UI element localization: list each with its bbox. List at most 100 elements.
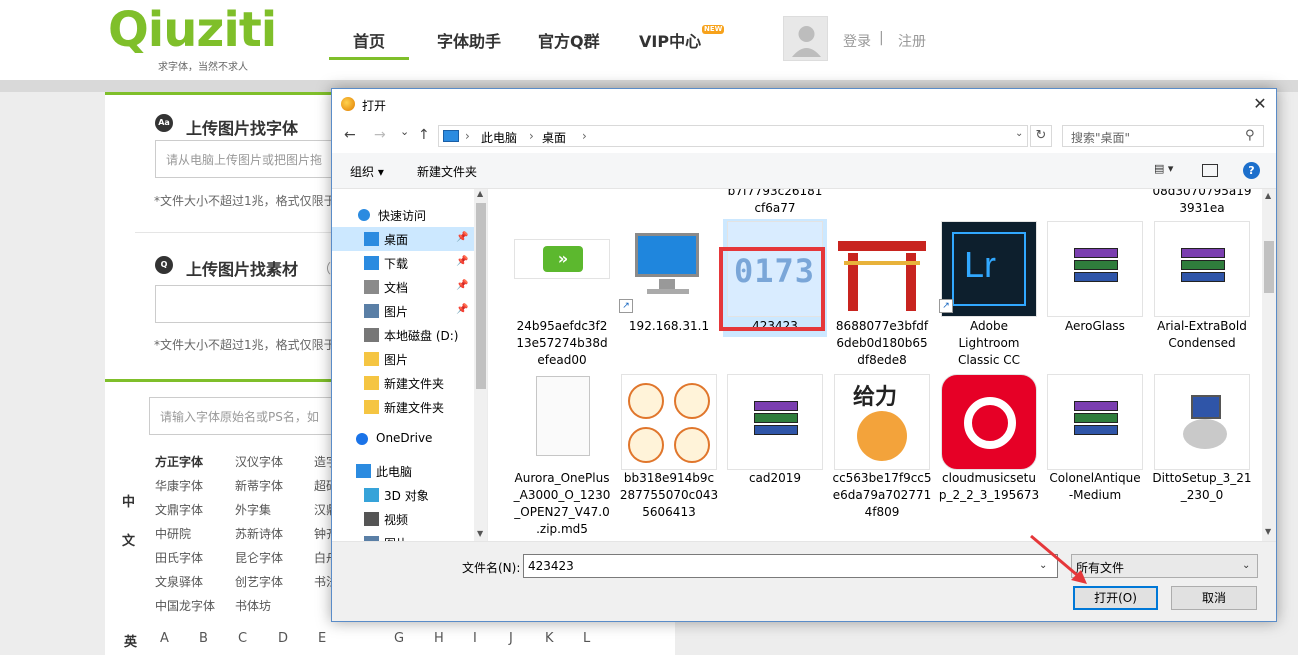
font-category-link[interactable]: 方正字体 xyxy=(155,453,203,470)
alphabet-letter-link[interactable]: G xyxy=(394,631,404,646)
nav-item[interactable]: 此电脑 xyxy=(332,459,474,483)
category-chinese-1: 中 xyxy=(122,495,136,510)
nav-item[interactable]: 桌面 📌 xyxy=(332,227,474,251)
red-arrow-icon xyxy=(1030,534,1087,584)
font-category-link[interactable]: 苏新诗体 xyxy=(235,525,283,542)
search-placeholder: 搜索"桌面" xyxy=(1071,131,1131,145)
file-scrollbar[interactable]: ▲ ▼ xyxy=(1262,189,1276,541)
winrar-icon-thumbnail xyxy=(727,374,823,470)
alphabet-letter-link[interactable]: E xyxy=(318,631,326,646)
nav-item[interactable]: 视频 xyxy=(332,507,474,531)
alphabet-letter-link[interactable]: D xyxy=(278,631,288,646)
file-scroll-thumb[interactable] xyxy=(1264,241,1274,293)
pin-icon[interactable]: 📌 xyxy=(456,280,468,291)
nav-font-helper[interactable]: 字体助手 xyxy=(437,28,501,58)
up-folder-icon[interactable]: ↑ xyxy=(418,127,430,143)
refresh-icon[interactable]: ↻ xyxy=(1030,125,1052,147)
file-name[interactable]: 08d3070795a19 3931ea xyxy=(1150,189,1254,217)
recent-locations-icon[interactable]: ⌄ xyxy=(400,125,409,138)
dialog-titlebar[interactable]: 打开 ✕ xyxy=(332,89,1276,119)
alphabet-letter-link[interactable]: I xyxy=(473,631,477,646)
desktop-icon xyxy=(364,232,379,246)
site-logo[interactable]: Qiuziti 求字体，当然不求人 xyxy=(108,2,278,73)
close-icon[interactable]: ✕ xyxy=(1250,94,1270,114)
nav-item[interactable]: 快速访问 xyxy=(332,203,474,227)
nav-scrollbar[interactable]: ▲ ▼ xyxy=(474,189,487,541)
scroll-up-icon[interactable]: ▲ xyxy=(1265,191,1271,200)
nav-scroll-thumb[interactable] xyxy=(476,203,486,389)
register-link[interactable]: 注册 xyxy=(898,31,926,51)
file-name[interactable]: b7f7793c26181 cf6a77 xyxy=(723,189,827,217)
font-category-link[interactable]: 华康字体 xyxy=(155,477,203,494)
breadcrumb-desktop[interactable]: 桌面 xyxy=(542,129,566,146)
alphabet-letter-link[interactable]: B xyxy=(199,631,208,646)
forward-arrow-icon[interactable]: → xyxy=(374,127,386,143)
filename-input[interactable]: 423423 ⌄ xyxy=(523,554,1058,578)
alphabet-letter-link[interactable]: K xyxy=(545,631,554,646)
login-link[interactable]: 登录 xyxy=(843,31,871,51)
font-category-link[interactable]: 中国龙字体 xyxy=(155,597,215,614)
nav-item[interactable]: OneDrive xyxy=(332,427,474,451)
nav-official-qq[interactable]: 官方Q群 xyxy=(538,28,600,58)
document-icon xyxy=(364,280,379,294)
computer-icon-thumbnail xyxy=(621,221,717,317)
upload-material-note: *文件大小不超过1兆，格式仅限于 xyxy=(154,338,336,352)
back-arrow-icon[interactable]: ← xyxy=(344,127,356,143)
image-thumbnail: Lr xyxy=(941,221,1037,317)
alphabet-letter-link[interactable]: J xyxy=(509,631,513,646)
nav-item[interactable]: 新建文件夹 xyxy=(332,371,474,395)
pin-icon[interactable]: 📌 xyxy=(456,256,468,267)
scroll-down-icon[interactable]: ▼ xyxy=(1265,527,1271,536)
nav-item-label: 3D 对象 xyxy=(384,489,429,503)
font-category-link[interactable]: 新蒂字体 xyxy=(235,477,283,494)
help-icon[interactable]: ? xyxy=(1243,162,1260,179)
breadcrumb-this-pc[interactable]: 此电脑 xyxy=(481,129,517,146)
chevron-down-icon[interactable]: ⌄ xyxy=(1242,560,1250,571)
preview-pane-icon[interactable] xyxy=(1202,164,1218,177)
folder-icon xyxy=(364,400,379,414)
font-category-link[interactable]: 创艺字体 xyxy=(235,573,283,590)
address-dropdown-icon[interactable]: ⌄ xyxy=(1015,128,1023,139)
nav-item[interactable]: 本地磁盘 (D:) xyxy=(332,323,474,347)
new-folder-button[interactable]: 新建文件夹 xyxy=(417,163,477,180)
alphabet-letter-link[interactable]: C xyxy=(238,631,247,646)
alphabet-letter-link[interactable]: L xyxy=(583,631,590,646)
pin-icon[interactable]: 📌 xyxy=(456,232,468,243)
avatar[interactable] xyxy=(783,16,828,61)
nav-item-label: 图片 xyxy=(384,353,409,367)
font-category-link[interactable]: 外字集 xyxy=(235,501,271,518)
font-category-link[interactable]: 昆仑字体 xyxy=(235,549,283,566)
alphabet-letter-link[interactable]: A xyxy=(160,631,169,646)
font-category-link[interactable]: 书体坊 xyxy=(235,597,271,614)
picture-icon xyxy=(364,304,379,318)
nav-item[interactable]: 新建文件夹 xyxy=(332,395,474,419)
font-category-link[interactable]: 中研院 xyxy=(155,525,191,542)
login-separator: | xyxy=(879,30,884,46)
nav-item[interactable]: 文档 📌 xyxy=(332,275,474,299)
cancel-button[interactable]: 取消 xyxy=(1171,586,1257,610)
blank-file-icon-thumbnail xyxy=(514,374,610,470)
pin-icon[interactable]: 📌 xyxy=(456,304,468,315)
section-title-find-material: 上传图片找素材 xyxy=(186,260,299,279)
nav-home[interactable]: 首页 xyxy=(329,28,409,60)
nav-item[interactable]: 图片 📌 xyxy=(332,299,474,323)
alphabet-letter-link[interactable]: H xyxy=(434,631,444,646)
font-category-link[interactable]: 文鼎字体 xyxy=(155,501,203,518)
nav-item[interactable]: 图片 xyxy=(332,347,474,371)
scroll-up-icon[interactable]: ▲ xyxy=(477,189,483,198)
view-options-icon[interactable]: ▤ ▾ xyxy=(1154,162,1184,178)
organize-menu[interactable]: 组织 ▾ xyxy=(350,163,384,180)
file-type-select[interactable]: 所有文件 ⌄ xyxy=(1071,554,1258,578)
address-bar[interactable]: › 此电脑 › 桌面 › ⌄ xyxy=(438,125,1028,147)
search-desktop-input[interactable]: 搜索"桌面" ⚲ xyxy=(1062,125,1264,147)
nav-item[interactable]: 下载 📌 xyxy=(332,251,474,275)
font-category-link[interactable]: 田氏字体 xyxy=(155,549,203,566)
font-category-link[interactable]: 汉仪字体 xyxy=(235,453,283,470)
file-name: ColonelAntique -Medium xyxy=(1049,471,1141,502)
scroll-down-icon[interactable]: ▼ xyxy=(477,529,483,538)
nav-item[interactable]: 图片 xyxy=(332,531,474,541)
font-category-link[interactable]: 文泉驿体 xyxy=(155,573,203,590)
chicken-emoji-icon-thumbnail xyxy=(621,374,717,470)
nav-vip-center[interactable]: VIP中心 xyxy=(639,28,701,58)
nav-item[interactable]: 3D 对象 xyxy=(332,483,474,507)
